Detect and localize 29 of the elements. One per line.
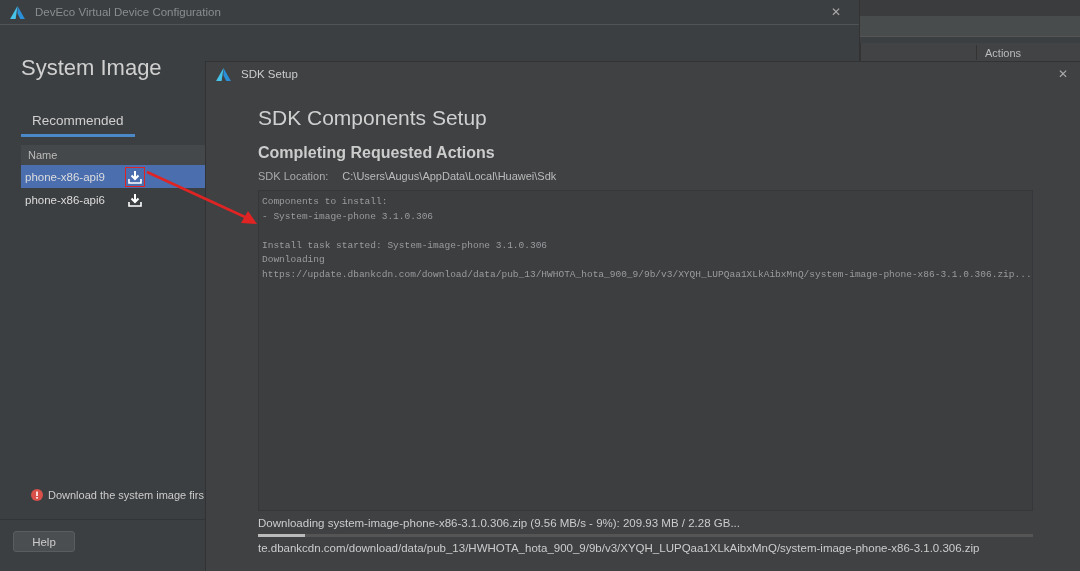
location-path: C:\Users\Augus\AppData\Local\Huawei\Sdk bbox=[342, 170, 557, 182]
status-text: Downloading system-image-phone-x86-3.1.0.306.zip (9.56 MB/s - 9%): 209.93 MB / 2.28 GB... bbox=[258, 517, 741, 529]
image-name: phone-x86-api9 bbox=[25, 170, 106, 183]
error-message: Download the system image firs bbox=[48, 489, 204, 501]
log-line: https://update.dbankcdn.com/download/data/pub_13/HWHOTA_hota_900_9/9b/v3/XYQH_LUPQaa1XLkAibxMnQ/system-image-phone-x86-3.1.0.306.zip... bbox=[262, 267, 1032, 282]
log-line: Install task started: System-image-phone 3.1.0.306 bbox=[262, 238, 548, 253]
location-label: SDK Location: bbox=[258, 170, 329, 182]
log-line: Components to install: bbox=[262, 195, 388, 209]
download-url: te.dbankcdn.com/download/data/pub_13/HWHOTA_hota_900_9/9b/v3/XYQH_LUPQaa1XLkAibxMnQ/system-image-phone-x86-3.1.0.306.zip bbox=[258, 542, 981, 554]
section-heading: Completing Requested Actions bbox=[258, 144, 496, 162]
dialog-heading: SDK Components Setup bbox=[258, 106, 488, 130]
column-header: Name bbox=[28, 149, 58, 161]
tab[interactable]: Recommended bbox=[21, 109, 135, 137]
logo-icon bbox=[10, 5, 25, 19]
page-heading: System Image bbox=[21, 55, 162, 81]
dialog-title: SDK Setup bbox=[241, 68, 299, 80]
log-line: - System-image-phone 3.1.0.306 bbox=[262, 209, 434, 224]
help-button[interactable]: Help bbox=[13, 531, 75, 552]
logo-icon bbox=[216, 67, 231, 81]
column-header: Actions bbox=[976, 45, 1022, 60]
log-line: Downloading bbox=[262, 253, 325, 267]
table-row[interactable]: phone-x86-api6 bbox=[21, 188, 205, 211]
image-name: phone-x86-api6 bbox=[25, 193, 106, 206]
error-icon bbox=[31, 489, 43, 501]
close-icon[interactable]: ✕ bbox=[1050, 67, 1076, 81]
window-title: DevEco Virtual Device Configuration bbox=[35, 6, 222, 18]
table-row[interactable]: phone-x86-api9 bbox=[21, 165, 205, 188]
download-icon[interactable] bbox=[125, 166, 145, 187]
close-icon[interactable]: ✕ bbox=[823, 5, 849, 19]
